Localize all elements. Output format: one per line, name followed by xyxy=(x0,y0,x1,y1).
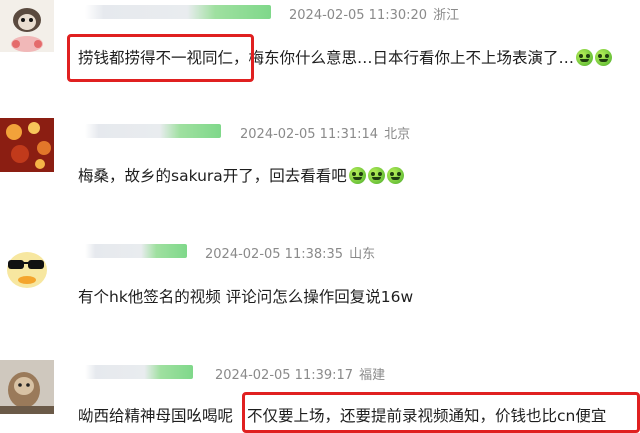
comment-text-body: 有个hk他签名的视频 评论问怎么操作回复说16w xyxy=(78,288,414,306)
comment-text: 有个hk他签名的视频 评论问怎么操作回复说16w xyxy=(78,285,413,307)
comment-location: 福建 xyxy=(359,368,386,383)
comment-item: 2024-02-05 11:39:17 福建 呦西给精神母国吆喝呢 不仅要上场，还要… xyxy=(0,335,640,433)
comment-meta: 2024-02-05 11:30:20 浙江 xyxy=(289,4,459,23)
emoji-icon xyxy=(386,167,404,184)
highlight-box xyxy=(67,34,254,82)
comment-location: 北京 xyxy=(384,127,411,142)
comment-item: 2024-02-05 11:30:20 浙江 捞钱都捞得不一视同仁，梅东你什么意思… xyxy=(0,0,640,110)
emoji-icon xyxy=(348,167,366,184)
comment-time: 2024-02-05 11:39:17 xyxy=(215,368,354,383)
username-redacted[interactable] xyxy=(85,365,193,379)
comment-location: 浙江 xyxy=(433,8,460,23)
username-redacted[interactable] xyxy=(85,244,187,258)
comment-text-body: 梅桑，故乡的sakura开了，回去看看吧 xyxy=(78,167,347,185)
highlight-box xyxy=(242,392,640,433)
comment-time: 2024-02-05 11:30:20 xyxy=(289,8,428,23)
emoji-icon xyxy=(367,167,385,184)
username-redacted[interactable] xyxy=(85,5,271,19)
emoji-icon xyxy=(595,49,613,66)
comment-meta: 2024-02-05 11:31:14 北京 xyxy=(240,123,410,142)
username-redacted[interactable] xyxy=(85,124,221,138)
avatar[interactable] xyxy=(0,118,54,172)
comment-location: 山东 xyxy=(349,247,376,262)
comment-item: 2024-02-05 11:38:35 山东 有个hk他签名的视频 评论问怎么操作… xyxy=(0,220,640,335)
comment-text: 梅桑，故乡的sakura开了，回去看看吧 xyxy=(78,164,404,186)
comment-item: 2024-02-05 11:31:14 北京 梅桑，故乡的sakura开了，回去看… xyxy=(0,110,640,220)
avatar[interactable] xyxy=(0,0,54,52)
emoji-icon xyxy=(576,49,594,66)
comment-text-prefix: 呦西给精神母国吆喝呢 xyxy=(78,407,234,425)
comment-time: 2024-02-05 11:31:14 xyxy=(240,127,379,142)
avatar[interactable] xyxy=(0,360,54,414)
comment-meta: 2024-02-05 11:39:17 福建 xyxy=(215,364,385,383)
avatar[interactable] xyxy=(0,240,54,294)
comment-time: 2024-02-05 11:38:35 xyxy=(205,247,344,262)
comment-meta: 2024-02-05 11:38:35 山东 xyxy=(205,243,375,262)
